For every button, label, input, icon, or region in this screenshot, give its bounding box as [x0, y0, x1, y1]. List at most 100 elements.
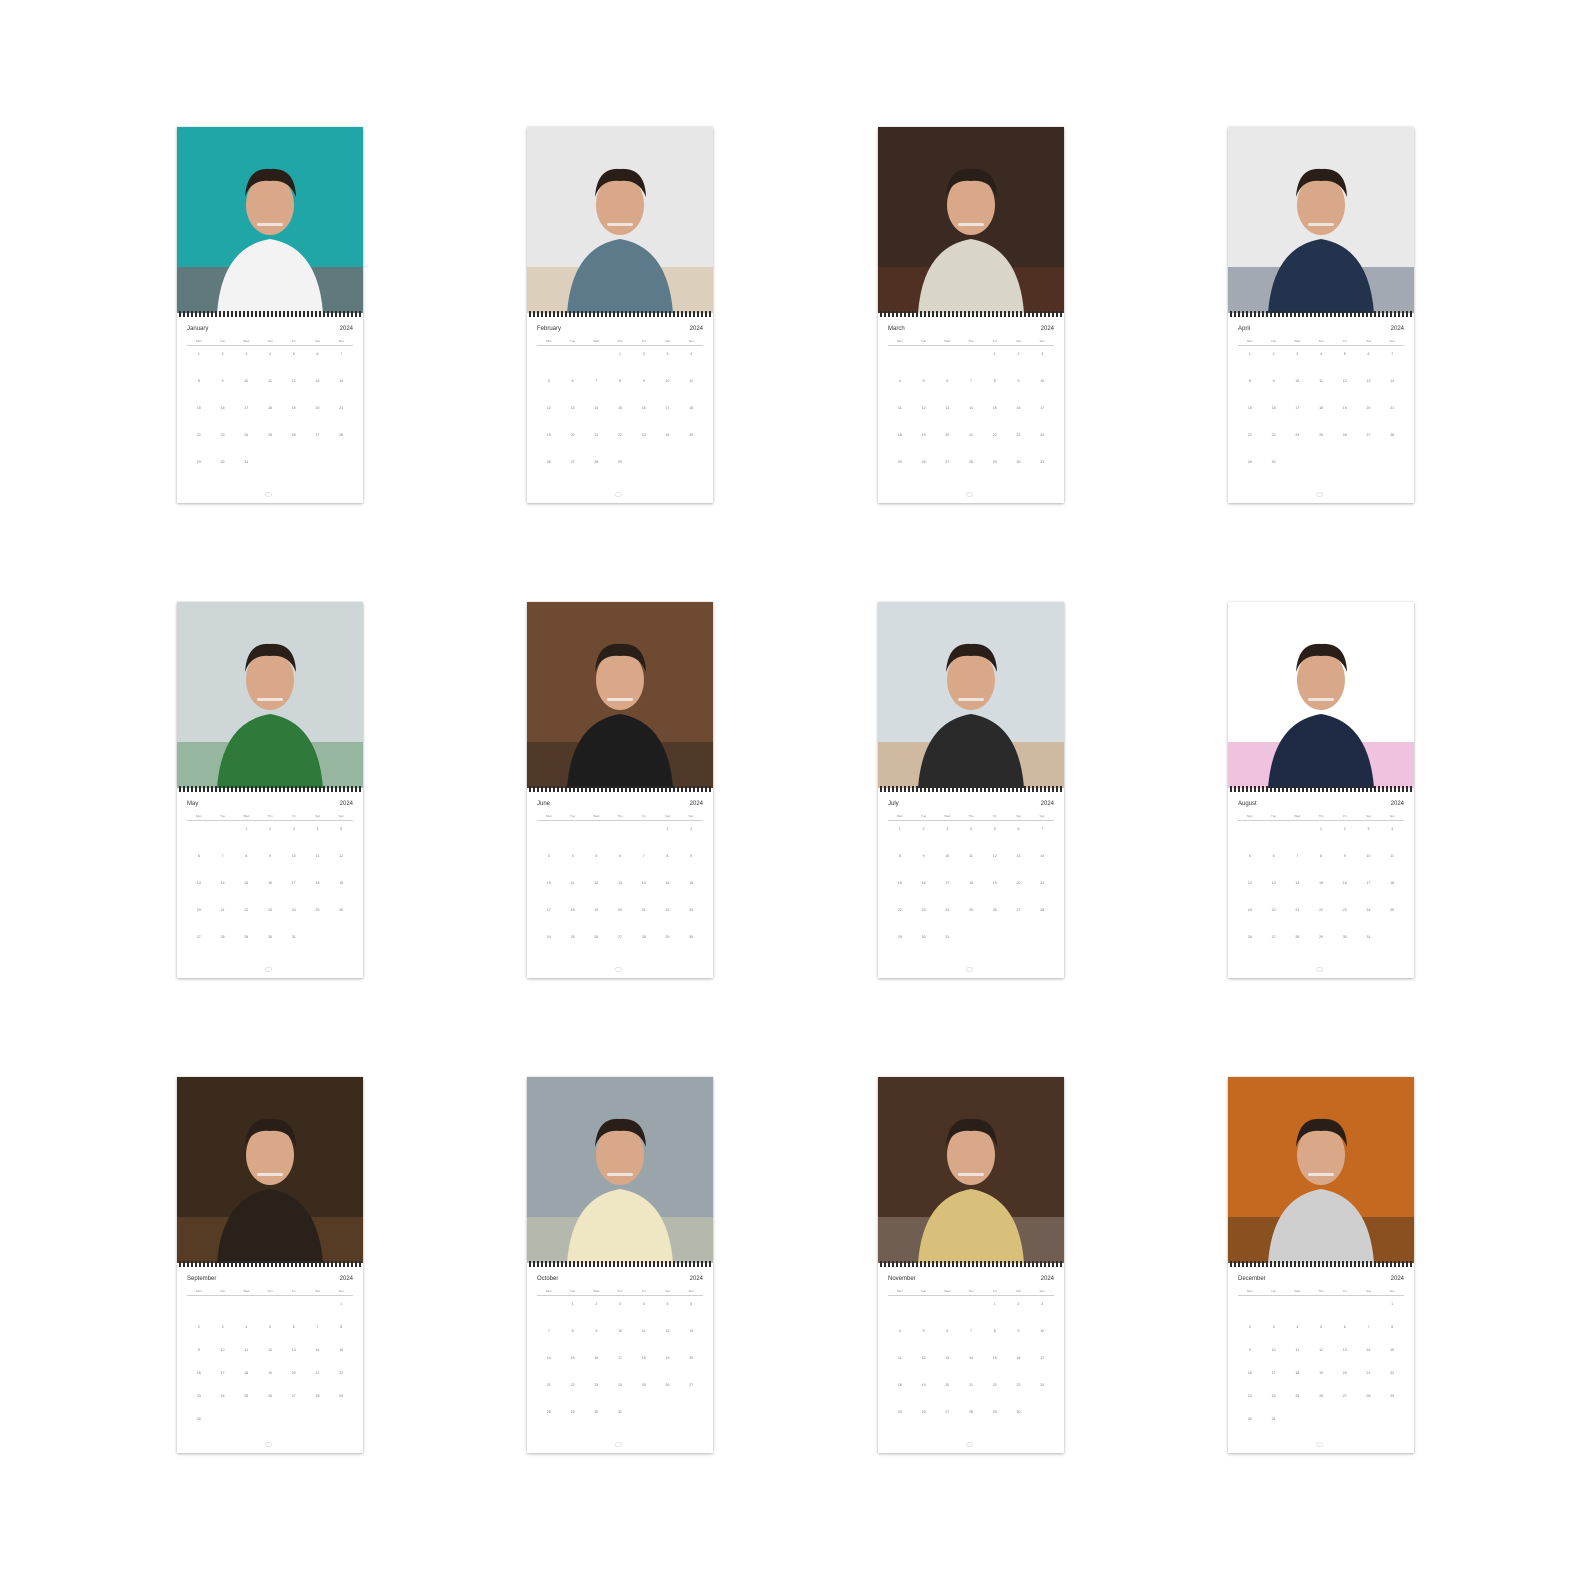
- day-cell: [656, 458, 680, 485]
- calendar-page[interactable]: February 2024 Mon Tue Wed Thu Fri Sat Sun 1 2 3 4 5 6 7…: [527, 127, 713, 503]
- day-cell: 5: [1320, 1325, 1322, 1329]
- day-cell: [959, 933, 983, 960]
- day-cell: 9: [221, 379, 224, 383]
- day-cell: [329, 458, 353, 485]
- calendar-page[interactable]: July 2024 Mon Tue Wed Thu Fri Sat Sun 1 2 3 4 5 6 7 8 9 10…: [878, 602, 1064, 978]
- day-cell: 13: [1342, 1348, 1347, 1352]
- day-cell: [537, 825, 561, 852]
- day-cell: 11: [570, 881, 575, 885]
- month-name: May: [187, 801, 199, 807]
- day-cell: 30: [268, 935, 272, 939]
- day-cell: 1: [993, 1302, 996, 1306]
- day-cell: 9: [1343, 854, 1346, 858]
- calendar-page[interactable]: June 2024 Mon Tue Wed Thu Fri Sat Sun 1 2 3 4 5 6 7 8 9 10…: [527, 602, 713, 978]
- day-cell: 3: [1296, 352, 1299, 356]
- weekday-label: Sun: [1389, 339, 1395, 343]
- day-cell: 18: [969, 881, 973, 885]
- day-cell: 25: [1295, 1394, 1300, 1398]
- day-cell: 23: [268, 908, 272, 912]
- spiral-binding: [880, 311, 1062, 317]
- week-row: 8 9 10 11 12 13 14: [888, 852, 1054, 879]
- day-cell: 17: [945, 881, 950, 885]
- day-cell: 17: [665, 406, 670, 410]
- week-row: 13 14 15 16 17 18 19: [187, 879, 353, 906]
- day-cell: [608, 825, 632, 852]
- day-cell: 20: [196, 908, 201, 912]
- day-cell: [1030, 933, 1054, 960]
- year-label: 2024: [1040, 1276, 1054, 1282]
- week-rows: 1 2 3 4 5 6 7 8 9 10 11 12 13 14 15 16 17 18 19 20 21 22 23 24 2…: [1238, 1300, 1404, 1438]
- calendar-header: September 2024: [187, 1275, 353, 1284]
- day-cell: 4: [1320, 352, 1322, 356]
- weekday-label: Wed: [1294, 339, 1301, 343]
- page-footer-mark: [615, 967, 622, 972]
- day-cell: 7: [970, 1329, 972, 1333]
- day-cell: 17: [220, 1371, 225, 1375]
- day-cell: 4: [1391, 827, 1394, 831]
- weekday-label: Sat: [665, 814, 670, 818]
- day-cell: 27: [1342, 1394, 1347, 1398]
- week-row: 1: [1238, 1300, 1404, 1323]
- day-cell: 19: [594, 908, 599, 912]
- day-cell: [329, 933, 353, 960]
- day-cell: 23: [1342, 908, 1347, 912]
- calendar-page[interactable]: December 2024 Mon Tue Wed Thu Fri Sat Sun 1 2 3 4 5 6 7…: [1228, 1077, 1414, 1453]
- calendar-page[interactable]: April 2024 Mon Tue Wed Thu Fri Sat Sun 1 2 3 4 5 6 7 8 9 1…: [1228, 127, 1414, 503]
- day-cell: 10: [1271, 1348, 1276, 1352]
- calendar-page[interactable]: October 2024 Mon Tue Wed Thu Fri Sat Sun 1 2 3 4 5 6 7 8…: [527, 1077, 713, 1453]
- day-cell: [211, 1415, 235, 1438]
- day-cell: 18: [1319, 406, 1323, 410]
- day-cell: 25: [897, 1410, 902, 1414]
- day-cell: 10: [1295, 379, 1300, 383]
- day-cell: 27: [945, 1410, 950, 1414]
- day-cell: 8: [993, 379, 996, 383]
- calendar-page[interactable]: August 2024 Mon Tue Wed Thu Fri Sat Sun 1 2 3 4 5 6 7 8 9…: [1228, 602, 1414, 978]
- week-row: 5 6 7 8 9 10 11: [1238, 852, 1404, 879]
- month-photo: [527, 602, 713, 788]
- day-cell: 26: [291, 433, 296, 437]
- day-cell: 18: [641, 1356, 646, 1360]
- calendar-header: May 2024: [187, 800, 353, 809]
- day-cell: 1: [245, 827, 248, 831]
- weekday-label: Fri: [992, 339, 997, 343]
- month-calendar: October 2024 Mon Tue Wed Thu Fri Sat Sun 1 2 3 4 5 6 7 8…: [537, 1275, 703, 1443]
- calendar-page[interactable]: March 2024 Mon Tue Wed Thu Fri Sat Sun 1 2 3 4 5 6 7 8 9 1…: [878, 127, 1064, 503]
- weekday-label: Thu: [1318, 339, 1324, 343]
- day-cell: 16: [268, 881, 272, 885]
- day-cell: 23: [641, 433, 646, 437]
- calendar-header: November 2024: [888, 1275, 1054, 1284]
- month-calendar: June 2024 Mon Tue Wed Thu Fri Sat Sun 1 2 3 4 5 6 7 8 9 10…: [537, 800, 703, 968]
- weekday-label: Sun: [1389, 814, 1395, 818]
- month-name: June: [537, 801, 551, 807]
- day-cell: 9: [1017, 379, 1020, 383]
- day-cell: 23: [689, 908, 694, 912]
- day-cell: [1285, 1300, 1309, 1323]
- month-photo: [527, 127, 713, 313]
- weekday-label: Sun: [688, 339, 694, 343]
- day-cell: 12: [291, 379, 296, 383]
- day-cell: 24: [945, 908, 950, 912]
- calendar-page[interactable]: November 2024 Mon Tue Wed Thu Fri Sat Sun 1 2 3 4 5 6 7…: [878, 1077, 1064, 1453]
- day-cell: 24: [291, 908, 296, 912]
- calendar-page[interactable]: January 2024 Mon Tue Wed Thu Fri Sat Sun 1 2 3 4 5 6 7 8…: [177, 127, 363, 503]
- day-cell: 9: [1017, 1329, 1020, 1333]
- calendar-page[interactable]: September 2024 Mon Tue Wed Thu Fri Sat Sun 1 2 3 4 5 6…: [177, 1077, 363, 1453]
- day-cell: 14: [339, 379, 344, 383]
- weekday-label: Thu: [968, 1289, 974, 1293]
- day-cell: 19: [268, 1371, 272, 1375]
- spiral-binding: [179, 1261, 361, 1267]
- day-cell: 10: [945, 854, 950, 858]
- day-cell: 13: [291, 1348, 296, 1352]
- year-label: 2024: [339, 801, 353, 807]
- day-cell: 8: [197, 379, 200, 383]
- day-cell: 19: [665, 1356, 670, 1360]
- weekday-label: Mon: [896, 814, 903, 818]
- day-cell: [1380, 458, 1404, 485]
- weekday-row: Mon Tue Wed Thu Fri Sat Sun: [187, 339, 353, 346]
- day-cell: 27: [315, 433, 320, 437]
- day-cell: 29: [196, 460, 201, 464]
- month-name: February: [537, 326, 562, 332]
- day-cell: 14: [1040, 854, 1045, 858]
- week-row: 26 27 28 29 30 31: [1238, 933, 1404, 960]
- calendar-page[interactable]: May 2024 Mon Tue Wed Thu Fri Sat Sun 1 2 3 4 5 6 7 8 9 10 1…: [177, 602, 363, 978]
